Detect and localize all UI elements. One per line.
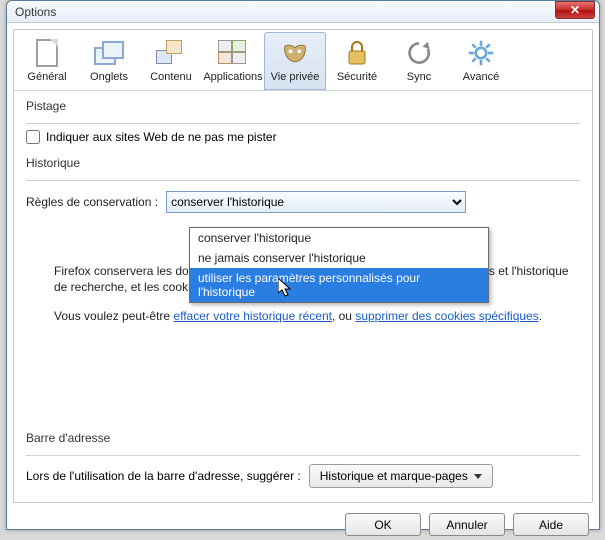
tab-sync[interactable]: Sync	[388, 32, 450, 90]
lock-icon	[327, 37, 387, 69]
cancel-button[interactable]: Annuler	[429, 513, 505, 536]
page-icon	[36, 39, 58, 67]
tab-securite[interactable]: Sécurité	[326, 32, 388, 90]
options-window: Options ✕ Général Onglets Contenu	[6, 0, 600, 530]
tab-contenu[interactable]: Contenu	[140, 32, 202, 90]
content-icon	[156, 40, 186, 66]
category-toolbar: Général Onglets Contenu Applications	[14, 30, 592, 91]
clear-history-link[interactable]: effacer votre historique récent	[173, 309, 332, 323]
tab-vie-privee[interactable]: Vie privée	[264, 32, 326, 90]
titlebar: Options ✕	[7, 1, 599, 23]
dropdown-option-highlighted[interactable]: utiliser les paramètres personnalisés po…	[190, 268, 488, 302]
historique-heading: Historique	[26, 156, 580, 170]
addressbar-suggest-select[interactable]: Historique et marque-pages	[309, 464, 493, 488]
gear-icon	[451, 37, 511, 69]
tab-applications[interactable]: Applications	[202, 32, 264, 90]
apps-icon	[218, 40, 248, 66]
section-barre-adresse: Barre d'adresse	[14, 423, 592, 453]
sync-icon	[389, 37, 449, 69]
pistage-heading: Pistage	[26, 99, 580, 113]
close-button[interactable]: ✕	[555, 1, 595, 19]
addressbar-label: Lors de l'utilisation de la barre d'adre…	[26, 469, 301, 483]
window-title: Options	[15, 5, 56, 19]
delete-cookies-link[interactable]: supprimer des cookies spécifiques	[355, 309, 538, 323]
mask-icon	[265, 37, 325, 69]
section-historique: Historique	[14, 148, 592, 178]
tabs-icon	[94, 41, 124, 65]
ok-button[interactable]: OK	[345, 513, 421, 536]
options-panel: Général Onglets Contenu Applications	[13, 29, 593, 503]
rules-label: Règles de conservation :	[26, 195, 158, 209]
help-button[interactable]: Aide	[513, 513, 589, 536]
do-not-track-checkbox[interactable]	[26, 130, 40, 144]
history-links: Vous voulez peut-être effacer votre hist…	[54, 309, 580, 323]
history-rules-dropdown[interactable]: conserver l'historique ne jamais conserv…	[189, 227, 489, 303]
section-pistage: Pistage	[14, 91, 592, 121]
tab-general[interactable]: Général	[16, 32, 78, 90]
tab-onglets[interactable]: Onglets	[78, 32, 140, 90]
do-not-track-label: Indiquer aux sites Web de ne pas me pist…	[46, 130, 277, 144]
chevron-down-icon	[474, 474, 482, 479]
tab-avance[interactable]: Avancé	[450, 32, 512, 90]
history-rules-select[interactable]: conserver l'historique	[166, 191, 466, 213]
dialog-buttons: OK Annuler Aide	[13, 503, 593, 540]
close-icon: ✕	[570, 3, 580, 17]
addressbar-heading: Barre d'adresse	[26, 431, 580, 445]
dropdown-option[interactable]: ne jamais conserver l'historique	[190, 248, 488, 268]
dropdown-option[interactable]: conserver l'historique	[190, 228, 488, 248]
